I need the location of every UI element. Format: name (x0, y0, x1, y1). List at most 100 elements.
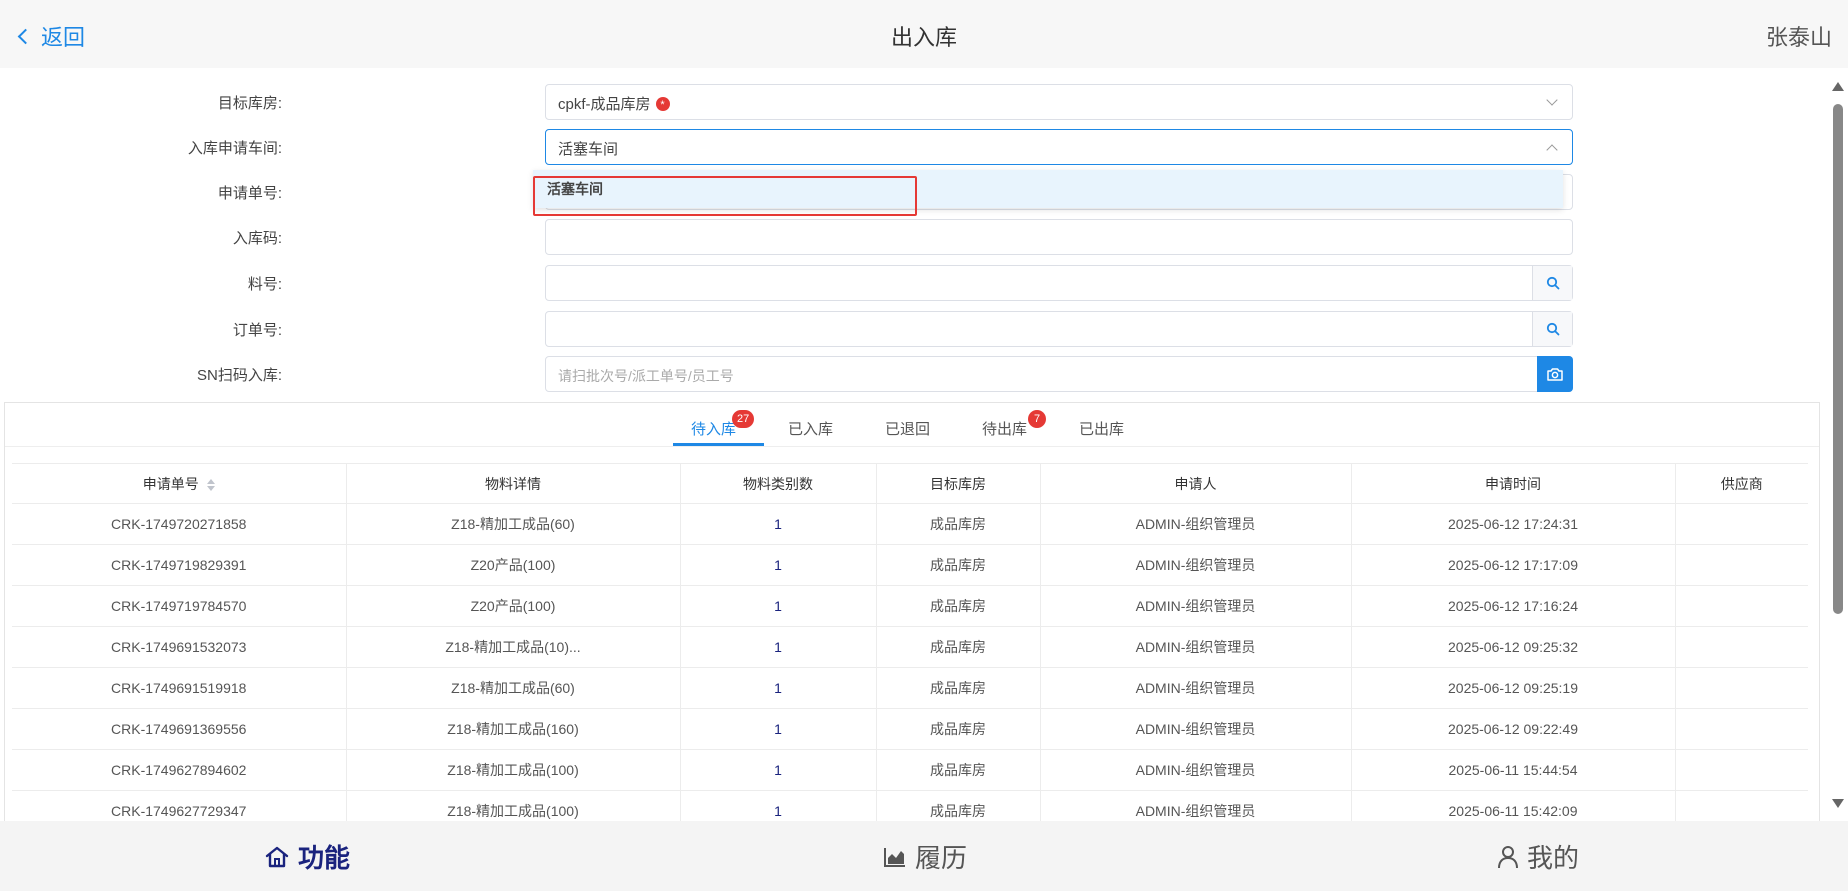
table-cell: 2025-06-12 09:25:19 (1351, 667, 1676, 709)
user-icon (1498, 845, 1518, 868)
form-row-inbound-code: 入库码: (0, 219, 1600, 255)
table-cell: Z18-精加工成品(160) (346, 708, 681, 750)
tab-pending-inbound[interactable]: 待入库 (691, 418, 736, 439)
highlight-box (533, 176, 917, 216)
table-cell (1675, 790, 1808, 821)
table-cell: Z18-精加工成品(100) (346, 749, 681, 791)
page-scrollbar[interactable] (1830, 80, 1844, 812)
table-cell: 成品库房 (876, 503, 1041, 545)
column-header: 物料类别数 (680, 463, 877, 504)
nav-profile[interactable]: 我的 (1497, 838, 1579, 875)
top-header: 返回 出入库 张泰山 (0, 0, 1848, 68)
table-row[interactable]: CRK-1749627729347 Z18-精加工成品(100) 1 成品库房 ADMI… (12, 790, 1808, 821)
material-no-label: 料号: (247, 276, 282, 293)
table-cell: 2025-06-12 17:17:09 (1351, 544, 1676, 586)
table-cell: CRK-1749691369556 (12, 708, 347, 750)
order-no-input[interactable] (545, 311, 1573, 347)
table-cell: ADMIN-组织管理员 (1040, 626, 1352, 668)
form-row-target-warehouse: 目标库房: cpkf-成品库房 * (0, 84, 1600, 120)
sort-icon[interactable] (206, 478, 215, 491)
workshop-select[interactable]: 活塞车间 (545, 129, 1573, 165)
tab-label: 已出库 (1079, 421, 1125, 438)
nav-history[interactable]: 履历 (883, 838, 967, 875)
tab-label: 待入库 (691, 421, 737, 438)
page-title: 出入库 (890, 25, 957, 50)
table-cell: 2025-06-12 17:16:24 (1351, 585, 1676, 627)
table-row[interactable]: CRK-1749691519918 Z18-精加工成品(60) 1 成品库房 ADMIN… (12, 667, 1808, 709)
tab-pending-outbound[interactable]: 待出库 (982, 418, 1027, 439)
scroll-thumb[interactable] (1833, 104, 1843, 614)
target-warehouse-value: cpkf-成品库房 (558, 96, 651, 113)
table-cell: 成品库房 (876, 667, 1041, 709)
scroll-up-arrow[interactable] (1832, 82, 1844, 91)
table-cell: CRK-1749627729347 (12, 790, 347, 821)
bottom-navigation: 功能 履历 我的 (0, 821, 1848, 891)
records-table: 申请单号 物料详情 物料类别数 目标库房 申请人 申请时间 供应商 CRK-17… (12, 463, 1808, 821)
table-cell: Z18-精加工成品(60) (346, 667, 681, 709)
active-tab-indicator (673, 443, 764, 446)
table-row[interactable]: CRK-1749627894602 Z18-精加工成品(100) 1 成品库房 ADMI… (12, 749, 1808, 791)
tab-outbound-done[interactable]: 已出库 (1079, 418, 1124, 439)
table-cell: Z18-精加工成品(100) (346, 790, 681, 821)
table-cell: 成品库房 (876, 544, 1041, 586)
table-cell: 1 (680, 626, 877, 668)
column-header: 供应商 (1675, 463, 1808, 504)
inbound-code-input[interactable] (545, 219, 1573, 255)
material-search-button[interactable] (1532, 266, 1572, 300)
home-icon (265, 846, 289, 867)
nav-label: 功能 (298, 843, 351, 873)
table-cell: 成品库房 (876, 790, 1041, 821)
workshop-value: 活塞车间 (558, 141, 619, 158)
table-row[interactable]: CRK-1749719829391 Z20产品(100) 1 成品库房 ADMIN-组织… (12, 544, 1808, 586)
tab-label: 已退回 (885, 421, 931, 438)
tab-inbound-done[interactable]: 已入库 (788, 418, 833, 439)
user-name[interactable]: 张泰山 (1766, 20, 1832, 52)
required-badge: * (655, 96, 670, 111)
request-no-label: 申请单号: (217, 185, 282, 202)
search-icon (1546, 276, 1559, 290)
status-tabs: 待入库 27 已入库 已退回 待出库 7 已出库 (5, 403, 1819, 447)
camera-icon (1547, 368, 1563, 381)
order-search-button[interactable] (1532, 312, 1572, 346)
table-cell: Z18-精加工成品(60) (346, 503, 681, 545)
table-cell: 2025-06-11 15:42:09 (1351, 790, 1676, 821)
table-cell: CRK-1749691532073 (12, 626, 347, 668)
table-cell: 成品库房 (876, 626, 1041, 668)
sn-scan-input[interactable]: 请扫批次号/派工单号/员工号 (545, 356, 1573, 392)
table-row[interactable]: CRK-1749719784570 Z20产品(100) 1 成品库房 ADMIN-组织… (12, 585, 1808, 627)
chevron-up-icon (1546, 144, 1558, 156)
table-cell: 1 (680, 585, 877, 627)
column-header[interactable]: 申请单号 (12, 463, 347, 504)
search-icon (1546, 322, 1559, 336)
form-row-material-no: 料号: (0, 265, 1600, 301)
table-cell: ADMIN-组织管理员 (1040, 790, 1352, 821)
column-header: 申请人 (1040, 463, 1352, 504)
nav-functions[interactable]: 功能 (264, 838, 350, 875)
table-cell: CRK-1749691519918 (12, 667, 347, 709)
target-warehouse-select[interactable]: cpkf-成品库房 * (545, 84, 1573, 120)
tab-returned[interactable]: 已退回 (885, 418, 930, 439)
table-cell: CRK-1749627894602 (12, 749, 347, 791)
scroll-down-arrow[interactable] (1832, 799, 1844, 808)
order-no-label: 订单号: (232, 322, 282, 339)
table-cell: 1 (680, 790, 877, 821)
table-cell: CRK-1749719784570 (12, 585, 347, 627)
table-cell: 1 (680, 544, 877, 586)
form-row-order-no: 订单号: (0, 311, 1600, 347)
column-header: 目标库房 (876, 463, 1041, 504)
tab-label: 已入库 (788, 421, 834, 438)
table-row[interactable]: CRK-1749691369556 Z18-精加工成品(160) 1 成品库房 ADMI… (12, 708, 1808, 750)
table-cell (1675, 749, 1808, 791)
workshop-label: 入库申请车间: (187, 140, 282, 157)
table-row[interactable]: CRK-1749720271858 Z18-精加工成品(60) 1 成品库房 ADMIN… (12, 503, 1808, 545)
table-cell: 2025-06-12 09:22:49 (1351, 708, 1676, 750)
table-cell: 2025-06-12 09:25:32 (1351, 626, 1676, 668)
table-cell: ADMIN-组织管理员 (1040, 667, 1352, 709)
tab-label: 待出库 (982, 421, 1028, 438)
camera-scan-button[interactable] (1537, 356, 1573, 392)
inbound-code-label: 入库码: (232, 230, 282, 247)
table-row[interactable]: CRK-1749691532073 Z18-精加工成品(10)... 1 成品库房 AD… (12, 626, 1808, 668)
table-cell: 2025-06-12 17:24:31 (1351, 503, 1676, 545)
material-no-input[interactable] (545, 265, 1573, 301)
table-cell: Z20产品(100) (346, 544, 681, 586)
